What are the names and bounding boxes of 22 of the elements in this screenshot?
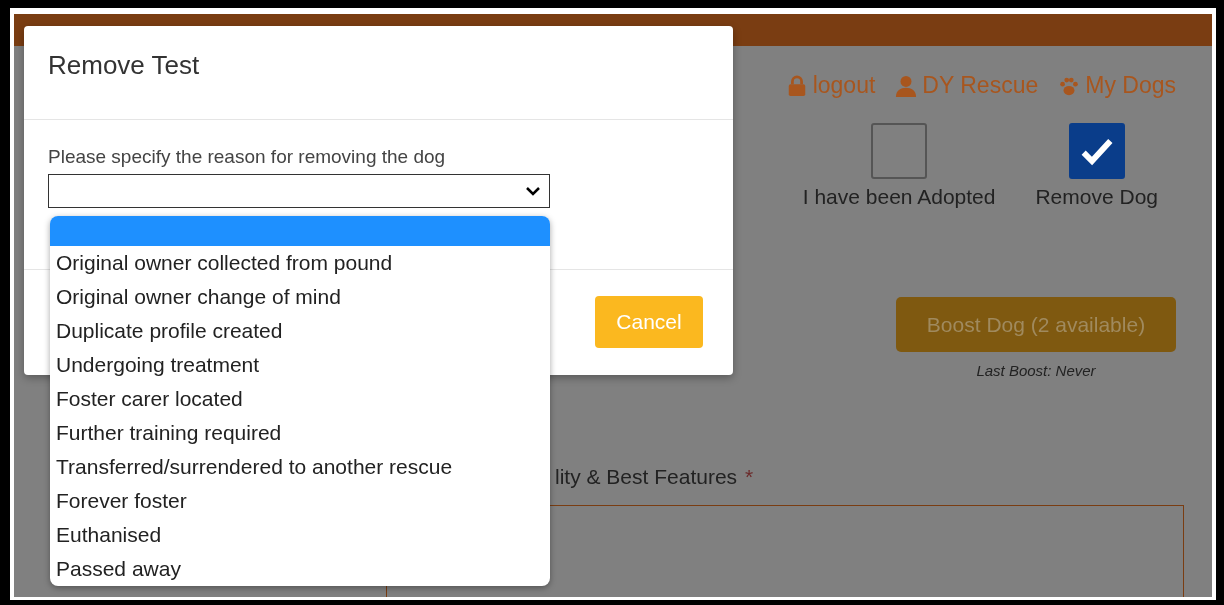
checkbox-label: I have been Adopted [802, 185, 996, 209]
dropdown-option[interactable]: Euthanised [50, 518, 550, 552]
dropdown-option[interactable]: Original owner collected from pound [50, 246, 550, 280]
checkbox[interactable] [1068, 123, 1125, 179]
field-label: lity & Best Features [555, 465, 738, 489]
person-icon [895, 74, 918, 97]
last-boost-text: Last Boost: Never [976, 362, 1096, 379]
chevron-down-icon [525, 185, 541, 197]
dropdown-option[interactable]: Passed away [50, 552, 550, 586]
dropdown-option[interactable]: Transferred/surrendered to another rescue [50, 450, 550, 484]
checkbox[interactable] [871, 123, 928, 179]
dropdown-option[interactable]: Undergoing treatment [50, 348, 550, 382]
field-label: Please specify the reason for removing the dog [48, 146, 447, 168]
dropdown-option[interactable]: Foster carer located [50, 382, 550, 416]
dropdown-option[interactable]: Original owner change of mind [50, 280, 550, 314]
dropdown-option[interactable]: Forever foster [50, 484, 550, 518]
checkbox-label: Remove Dog [1035, 185, 1158, 209]
reason-select[interactable] [48, 174, 550, 208]
dropdown-option[interactable]: Further training required [50, 416, 550, 450]
dropdown-option[interactable]: Duplicate profile created [50, 314, 550, 348]
modal-title: Remove Test [48, 50, 200, 80]
required-mark: * [745, 465, 754, 489]
